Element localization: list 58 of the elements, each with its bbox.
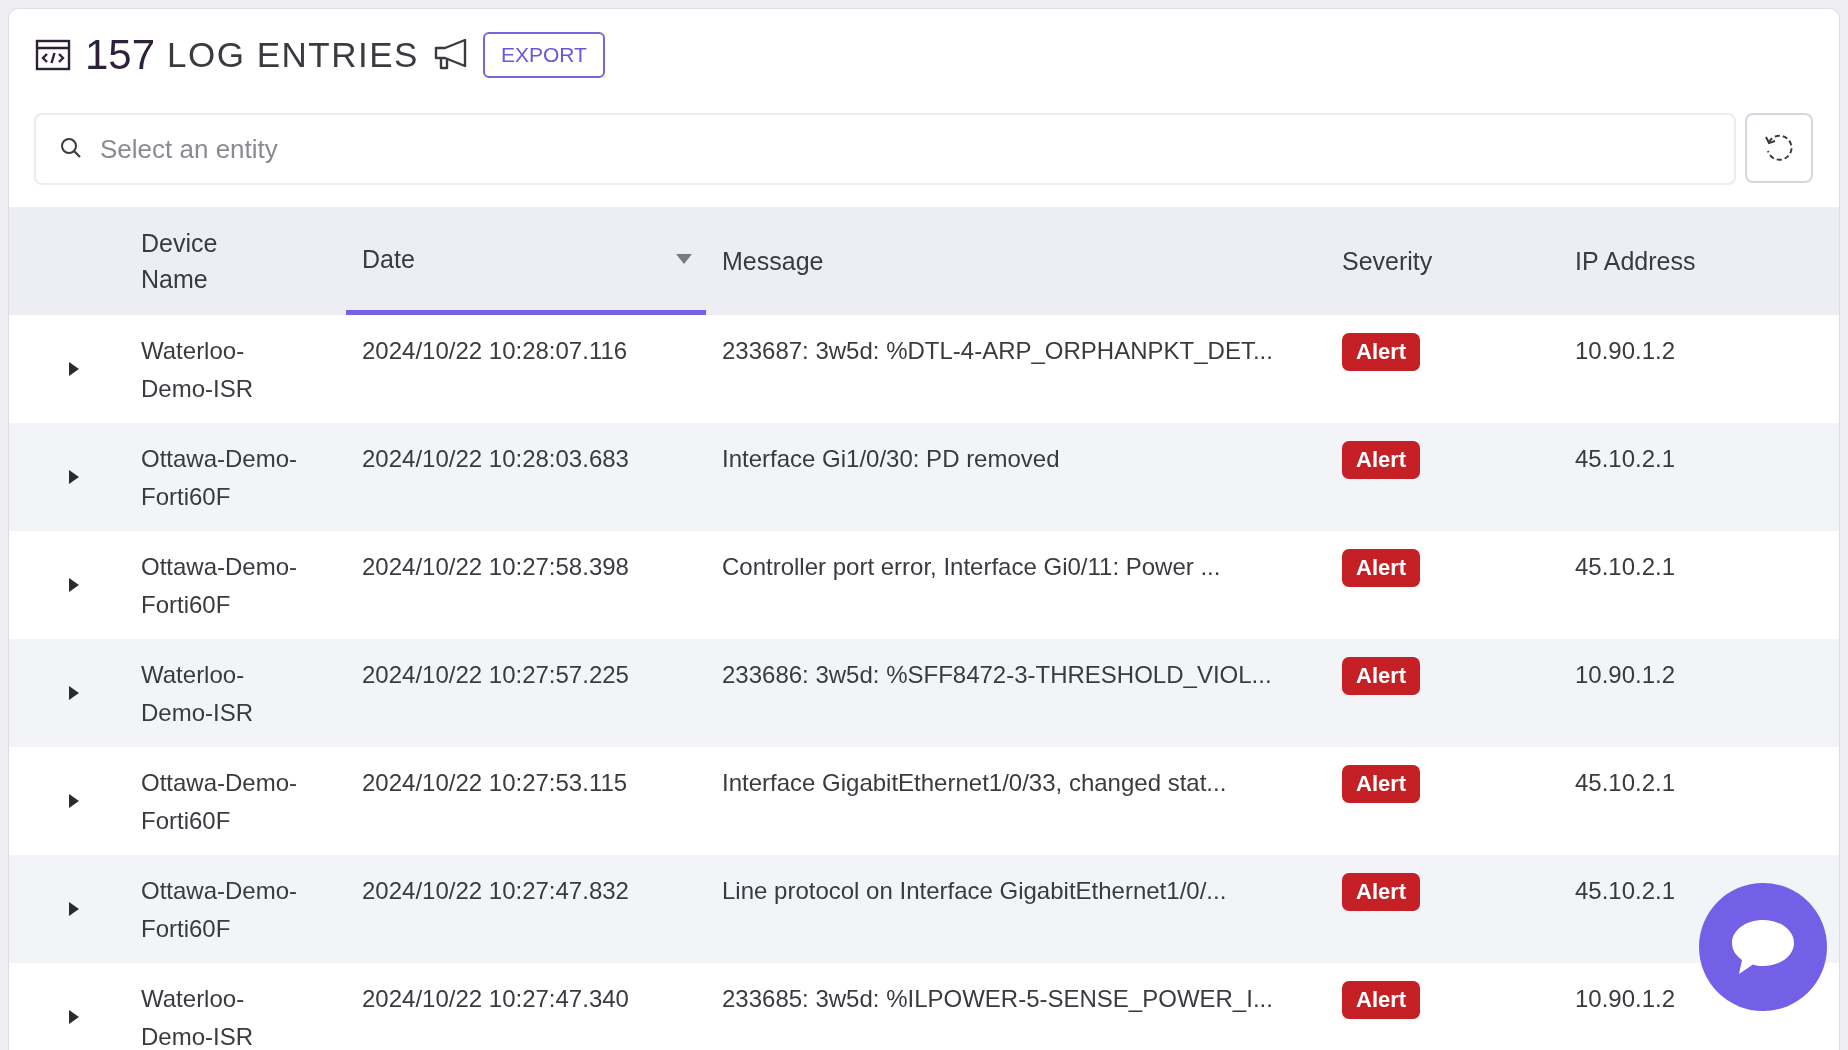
ip-address-cell: 45.10.2.1 xyxy=(1575,553,1676,580)
refresh-button[interactable] xyxy=(1745,113,1813,183)
severity-badge: Alert xyxy=(1342,657,1421,695)
column-header[interactable]: Message xyxy=(706,207,1326,315)
ip-address-cell: 10.90.1.2 xyxy=(1575,985,1676,1012)
message-cell-text: Interface GigabitEthernet1/0/33, changed stat... xyxy=(721,768,1228,798)
sort-descending-icon xyxy=(676,253,692,264)
device-name-cell-text: Ottawa-Demo-Forti60F xyxy=(140,768,299,836)
message-cell-text: 233687: 3w5d: %DTL-4-ARP_ORPHANPKT_DET... xyxy=(721,336,1274,366)
device-name-cell-text: Waterloo-Demo-ISR xyxy=(140,984,255,1050)
ip-address-cell: 10.90.1.2 xyxy=(1575,661,1676,688)
severity-badge: Alert xyxy=(1342,549,1421,587)
search-icon xyxy=(60,137,82,159)
expand-arrow-icon[interactable] xyxy=(69,794,79,808)
date-cell-text: 2024/10/22 10:27:47.832 xyxy=(361,876,630,906)
column-header[interactable]: IP Address xyxy=(1559,207,1839,315)
expand-arrow-icon[interactable] xyxy=(69,578,79,592)
date-cell-text: 2024/10/22 10:28:07.116 xyxy=(361,336,629,366)
column-header[interactable]: Device Name xyxy=(119,207,346,315)
date-cell-text: 2024/10/22 10:27:57.225 xyxy=(361,660,630,690)
ip-address-cell: 45.10.2.1 xyxy=(1575,769,1676,796)
device-name-cell-text: Ottawa-Demo-Forti60F xyxy=(140,876,299,944)
severity-badge: Alert xyxy=(1342,333,1421,371)
date-cell-text: 2024/10/22 10:27:58.398 xyxy=(361,552,630,582)
column-header[interactable]: Date xyxy=(346,207,706,315)
ip-address-cell: 10.90.1.2 xyxy=(1575,337,1676,364)
expand-arrow-icon[interactable] xyxy=(69,686,79,700)
megaphone-icon xyxy=(432,38,469,72)
expand-arrow-icon[interactable] xyxy=(69,470,79,484)
expand-arrow-icon[interactable] xyxy=(69,362,79,376)
severity-badge: Alert xyxy=(1342,981,1421,1019)
date-cell-text: 2024/10/22 10:27:53.115 xyxy=(361,768,629,798)
speech-bubble-icon xyxy=(1729,917,1797,977)
code-window-icon xyxy=(35,39,71,71)
message-cell-text: Line protocol on Interface GigabitEthernet1/0/... xyxy=(721,876,1228,906)
message-cell-text: 233685: 3w5d: %ILPOWER-5-SENSE_POWER_I... xyxy=(721,984,1274,1014)
entry-count: 157 xyxy=(85,31,156,79)
date-cell-text: 2024/10/22 10:28:03.683 xyxy=(361,444,630,474)
message-cell-text: Controller port error, Interface Gi0/11: Power ... xyxy=(721,552,1222,582)
message-cell-text: Interface Gi1/0/30: PD removed xyxy=(721,444,1061,474)
column-header[interactable]: Severity xyxy=(1326,207,1559,315)
search-field[interactable]: Select an entity xyxy=(34,113,1736,185)
device-name-cell-text: Ottawa-Demo-Forti60F xyxy=(140,444,299,512)
device-name-cell-text: Waterloo-Demo-ISR xyxy=(140,660,255,728)
expand-arrow-icon[interactable] xyxy=(69,1010,79,1024)
refresh-icon xyxy=(1763,132,1795,164)
message-cell-text: 233686: 3w5d: %SFF8472-3-THRESHOLD_VIOL... xyxy=(721,660,1273,690)
export-button[interactable]: EXPORT xyxy=(482,32,605,78)
expand-arrow-icon[interactable] xyxy=(69,902,79,916)
severity-badge: Alert xyxy=(1342,765,1421,803)
device-name-cell-text: Waterloo-Demo-ISR xyxy=(140,336,255,404)
device-name-cell-text: Ottawa-Demo-Forti60F xyxy=(140,552,299,620)
page-title: LOG ENTRIES xyxy=(167,35,419,75)
severity-badge: Alert xyxy=(1342,441,1421,479)
ip-address-cell: 45.10.2.1 xyxy=(1575,445,1676,472)
severity-badge: Alert xyxy=(1342,873,1421,911)
ip-address-cell: 45.10.2.1 xyxy=(1575,877,1676,904)
date-cell-text: 2024/10/22 10:27:47.340 xyxy=(361,984,630,1014)
